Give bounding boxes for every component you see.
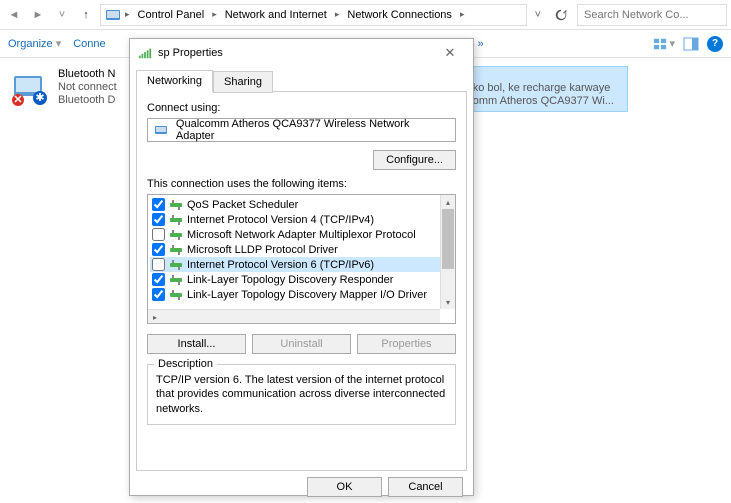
scroll-thumb[interactable] xyxy=(442,209,454,269)
wifi-icon xyxy=(138,46,152,60)
scroll-up-button[interactable]: ▴ xyxy=(441,195,455,209)
refresh-button[interactable] xyxy=(549,8,573,22)
svg-text:✱: ✱ xyxy=(35,92,44,104)
connect-using-label: Connect using: xyxy=(147,102,456,114)
tab-networking[interactable]: Networking xyxy=(136,70,213,92)
protocol-icon xyxy=(169,244,183,256)
forward-button[interactable]: ► xyxy=(28,5,48,25)
protocol-icon xyxy=(169,214,183,226)
refresh-icon xyxy=(554,8,568,22)
help-button[interactable]: ? xyxy=(707,36,723,52)
protocol-item[interactable]: Internet Protocol Version 6 (TCP/IPv6) xyxy=(150,257,453,272)
protocol-checkbox[interactable] xyxy=(152,228,165,241)
up-button[interactable]: ↑ xyxy=(76,5,96,25)
chevron-right-icon: ▸ xyxy=(333,9,342,20)
protocol-icon xyxy=(169,229,183,241)
chevron-right-icon: ▸ xyxy=(123,9,132,20)
description-group: Description TCP/IP version 6. The latest… xyxy=(147,364,456,425)
description-legend: Description xyxy=(154,358,217,370)
tab-panel-networking: Connect using: Qualcomm Atheros QCA9377 … xyxy=(136,91,467,471)
protocol-item[interactable]: Link-Layer Topology Discovery Responder xyxy=(150,272,453,287)
properties-dialog: sp Properties ✕ Networking Sharing Conne… xyxy=(129,38,474,496)
protocol-checkbox[interactable] xyxy=(152,258,165,271)
address-bar: ◄ ► ˅ ↑ ▸ Control Panel ▸ Network and In… xyxy=(0,0,731,30)
close-button[interactable]: ✕ xyxy=(435,45,465,61)
protocol-checkbox[interactable] xyxy=(152,273,165,286)
protocol-icon xyxy=(169,289,183,301)
chevron-right-icon: ▸ xyxy=(210,9,219,20)
adapter-field: Qualcomm Atheros QCA9377 Wireless Networ… xyxy=(147,118,456,142)
protocol-icon xyxy=(169,259,183,271)
connection-status: Not connect xyxy=(58,81,117,93)
protocol-icon xyxy=(169,199,183,211)
svg-text:✕: ✕ xyxy=(13,94,22,106)
connection-name: Bluetooth N xyxy=(58,68,117,80)
protocol-checkbox[interactable] xyxy=(152,288,165,301)
protocol-label: Microsoft LLDP Protocol Driver xyxy=(187,244,338,256)
protocol-checkbox[interactable] xyxy=(152,243,165,256)
adapter-icon xyxy=(154,123,170,137)
protocol-label: Link-Layer Topology Discovery Mapper I/O… xyxy=(187,289,427,301)
preview-pane-button[interactable] xyxy=(683,36,699,52)
organize-menu[interactable]: Organize ▾ xyxy=(8,37,61,50)
cancel-button[interactable]: Cancel xyxy=(388,477,463,497)
protocol-item[interactable]: Microsoft Network Adapter Multiplexor Pr… xyxy=(150,227,453,242)
view-options-button[interactable]: ▾ xyxy=(653,37,675,51)
protocol-label: Internet Protocol Version 6 (TCP/IPv6) xyxy=(187,259,374,271)
protocol-label: Microsoft Network Adapter Multiplexor Pr… xyxy=(187,229,416,241)
uninstall-button: Uninstall xyxy=(252,334,351,354)
breadcrumb-dropdown[interactable]: ˅ xyxy=(531,9,545,21)
install-button[interactable]: Install... xyxy=(147,334,246,354)
connect-button[interactable]: Conne xyxy=(73,38,105,50)
recent-dropdown[interactable]: ˅ xyxy=(52,5,72,25)
protocol-item[interactable]: Internet Protocol Version 4 (TCP/IPv4) xyxy=(150,212,453,227)
tab-sharing[interactable]: Sharing xyxy=(213,71,273,93)
protocol-item[interactable]: Link-Layer Topology Discovery Mapper I/O… xyxy=(150,287,453,302)
configure-button[interactable]: Configure... xyxy=(373,150,456,170)
protocol-checkbox[interactable] xyxy=(152,198,165,211)
properties-button: Properties xyxy=(357,334,456,354)
items-label: This connection uses the following items… xyxy=(147,178,456,190)
back-button[interactable]: ◄ xyxy=(4,5,24,25)
connection-items-list: QoS Packet Scheduler Internet Protocol Ve… xyxy=(147,194,456,324)
scroll-down-button[interactable]: ▾ xyxy=(441,295,455,309)
toolbar-chevron[interactable]: » xyxy=(478,38,484,50)
scroll-right-button[interactable]: ▸ xyxy=(148,310,162,324)
chevron-down-icon: ▾ xyxy=(669,37,675,50)
dialog-titlebar[interactable]: sp Properties ✕ xyxy=(130,39,473,67)
description-text: TCP/IP version 6. The latest version of … xyxy=(156,373,447,416)
breadcrumb[interactable]: ▸ Control Panel ▸ Network and Internet ▸… xyxy=(100,4,527,26)
view-icon xyxy=(653,37,667,51)
ok-button[interactable]: OK xyxy=(307,477,382,497)
adapter-name: Qualcomm Atheros QCA9377 Wireless Networ… xyxy=(176,118,449,142)
protocol-label: Internet Protocol Version 4 (TCP/IPv4) xyxy=(187,214,374,226)
protocol-label: QoS Packet Scheduler xyxy=(187,199,298,211)
search-input[interactable] xyxy=(577,4,727,26)
horizontal-scrollbar[interactable]: ◂ ▸ xyxy=(148,309,440,323)
protocol-item[interactable]: Microsoft LLDP Protocol Driver xyxy=(150,242,453,257)
protocol-checkbox[interactable] xyxy=(152,213,165,226)
dialog-title: sp Properties xyxy=(158,47,223,59)
breadcrumb-item[interactable]: Control Panel xyxy=(134,9,209,21)
breadcrumb-item[interactable]: Network Connections xyxy=(343,9,456,21)
chevron-down-icon: ▾ xyxy=(56,38,62,50)
chevron-right-icon: ▸ xyxy=(458,9,467,20)
breadcrumb-item[interactable]: Network and Internet xyxy=(221,9,331,21)
protocol-item[interactable]: QoS Packet Scheduler xyxy=(150,197,453,212)
dialog-tabs: Networking Sharing xyxy=(130,69,473,91)
vertical-scrollbar[interactable]: ▴ ▾ xyxy=(440,195,455,309)
connection-adapter: Bluetooth D xyxy=(58,94,117,106)
bluetooth-connection-icon: ✱✕ xyxy=(10,68,50,108)
protocol-icon xyxy=(169,274,183,286)
protocol-label: Link-Layer Topology Discovery Responder xyxy=(187,274,393,286)
control-panel-icon xyxy=(105,7,121,23)
